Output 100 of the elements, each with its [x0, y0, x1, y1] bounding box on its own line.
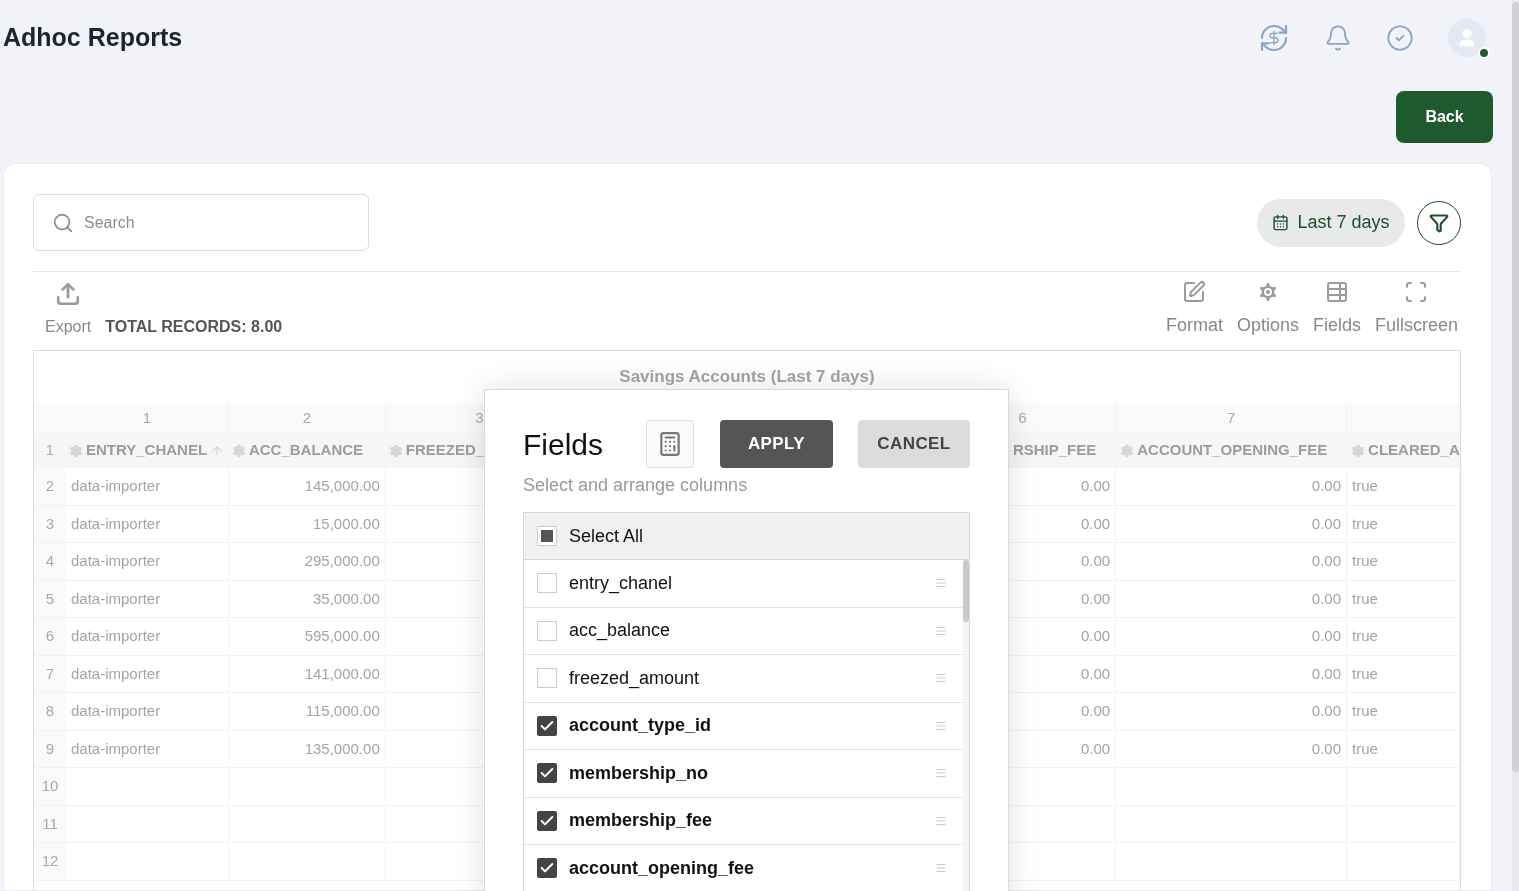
row-number: 6: [45, 626, 55, 646]
checkbox[interactable]: [537, 620, 557, 641]
table-cell-text: 0.00: [1081, 738, 1111, 759]
drag-handle-icon[interactable]: [935, 767, 947, 780]
search-input[interactable]: Search: [84, 210, 324, 235]
table-cell-text: data-importer: [70, 626, 161, 646]
table-cell-text: 0.00: [1311, 626, 1342, 646]
search-field[interactable]: Search: [33, 194, 369, 251]
field-row[interactable]: membership_no: [524, 750, 963, 798]
table-cell-text: 0.00: [1311, 513, 1342, 534]
row-number: 9: [45, 738, 55, 759]
table-cell-text: data-importer: [70, 588, 161, 609]
date-range-button[interactable]: Last 7 days: [1257, 198, 1405, 247]
edit-icon: [1182, 280, 1207, 304]
column-index: 1: [142, 407, 152, 428]
table-cell-text: 0.00: [1311, 588, 1342, 609]
table-cell-text: data-importer: [70, 551, 161, 571]
table-cell-text: 0.00: [1081, 476, 1111, 496]
row-number: 2: [45, 476, 55, 496]
total-records: TOTAL RECORDS: 8.00: [105, 317, 283, 337]
column-settings-icon[interactable]: [1120, 443, 1135, 458]
drag-handle-icon[interactable]: [935, 719, 947, 732]
export-icon[interactable]: [55, 281, 82, 307]
fullscreen-icon: [1404, 280, 1429, 304]
table-cell-text: data-importer: [70, 738, 161, 759]
drag-handle-icon[interactable]: [935, 577, 947, 590]
checkbox[interactable]: [537, 810, 557, 831]
table-cell-text: true: [1352, 513, 1378, 534]
table-cell-text: 0.00: [1311, 476, 1342, 496]
apply-button[interactable]: APPLY: [720, 420, 833, 468]
table-cell-text: 15,000.00: [313, 513, 380, 534]
calculator-icon: [657, 431, 683, 457]
row-number: 7: [45, 663, 55, 684]
drag-handle-icon[interactable]: [935, 862, 947, 875]
field-row[interactable]: account_opening_fee: [524, 845, 963, 891]
drag-handle-icon[interactable]: [935, 814, 947, 827]
table-cell-text: data-importer: [70, 701, 161, 721]
column-index: 2: [302, 407, 311, 428]
table-cell-text: 141,000.00: [304, 663, 380, 684]
toolbar-button[interactable]: Fields: [1312, 280, 1361, 339]
column-settings-icon[interactable]: [231, 443, 246, 458]
filter-icon: [1429, 212, 1449, 233]
row-number: 1: [45, 440, 55, 461]
table-cell-text: 35,000.00: [313, 588, 380, 609]
column-settings-icon[interactable]: [69, 443, 83, 458]
table-cell-text: 0.00: [1081, 701, 1111, 721]
table-cell-text: true: [1352, 588, 1378, 609]
row-number: 8: [45, 701, 55, 721]
toolbar-button[interactable]: Format: [1165, 280, 1223, 339]
toolbar-button[interactable]: Fullscreen: [1374, 280, 1458, 339]
checkbox[interactable]: [537, 858, 557, 879]
tasks-check-icon[interactable]: [1386, 23, 1414, 52]
checkbox[interactable]: [537, 668, 557, 689]
page-title: Adhoc Reports: [3, 21, 183, 53]
calculator-button[interactable]: [646, 420, 694, 468]
field-row[interactable]: freezed_amount: [524, 655, 963, 703]
checkbox[interactable]: [537, 763, 557, 784]
table-cell-text: true: [1352, 626, 1378, 646]
field-row[interactable]: account_type_id: [524, 702, 963, 750]
column-index: 6: [1018, 407, 1027, 428]
notification-bell-icon[interactable]: [1324, 23, 1352, 52]
table-cell-text: 0.00: [1311, 701, 1342, 721]
toolbar-button[interactable]: Options: [1236, 280, 1299, 339]
table-cell-text: 135,000.00: [304, 738, 380, 759]
table-cell-text: 0.00: [1311, 738, 1342, 759]
table-cell-text: 0.00: [1081, 663, 1111, 684]
row-number: 12: [41, 851, 59, 871]
checkbox[interactable]: [537, 526, 557, 546]
row-number: 10: [41, 776, 59, 796]
table-cell-text: 145,000.00: [304, 476, 380, 496]
dialog-title: Fields: [523, 426, 605, 463]
select-all-row[interactable]: Select All: [524, 513, 969, 560]
back-button[interactable]: Back: [1396, 91, 1493, 143]
row-number: 4: [45, 551, 55, 571]
table-cell-text: data-importer: [70, 513, 161, 534]
scrollbar-thumb[interactable]: [963, 560, 969, 622]
field-row[interactable]: entry_chanel: [524, 560, 963, 608]
table-cell-text: true: [1352, 663, 1378, 684]
checkbox[interactable]: [537, 573, 557, 594]
table-cell-text: data-importer: [70, 663, 161, 684]
search-icon: [52, 211, 74, 234]
table-cell-text: true: [1352, 701, 1378, 721]
column-settings-icon[interactable]: [388, 443, 403, 458]
sort-ascending-icon: [210, 443, 225, 458]
table-cell-text: 0.00: [1311, 663, 1342, 684]
export-link[interactable]: Export: [45, 315, 92, 339]
field-row[interactable]: membership_fee: [524, 797, 963, 845]
table-settings-icon: [1324, 280, 1349, 304]
field-row[interactable]: acc_balance: [524, 607, 963, 655]
drag-handle-icon[interactable]: [935, 672, 947, 685]
checkbox[interactable]: [537, 715, 557, 736]
row-number: 11: [42, 813, 58, 834]
cancel-button[interactable]: CANCEL: [858, 420, 970, 468]
table-cell-text: 0.00: [1081, 626, 1111, 646]
table-title: Savings Accounts (Last 7 days): [619, 366, 875, 389]
drag-handle-icon[interactable]: [935, 624, 947, 637]
table-cell-text: 595,000.00: [304, 626, 380, 646]
table-cell-text: 0.00: [1081, 551, 1111, 571]
column-settings-icon[interactable]: [1351, 443, 1366, 458]
page-scrollbar-thumb[interactable]: [1512, 2, 1519, 772]
